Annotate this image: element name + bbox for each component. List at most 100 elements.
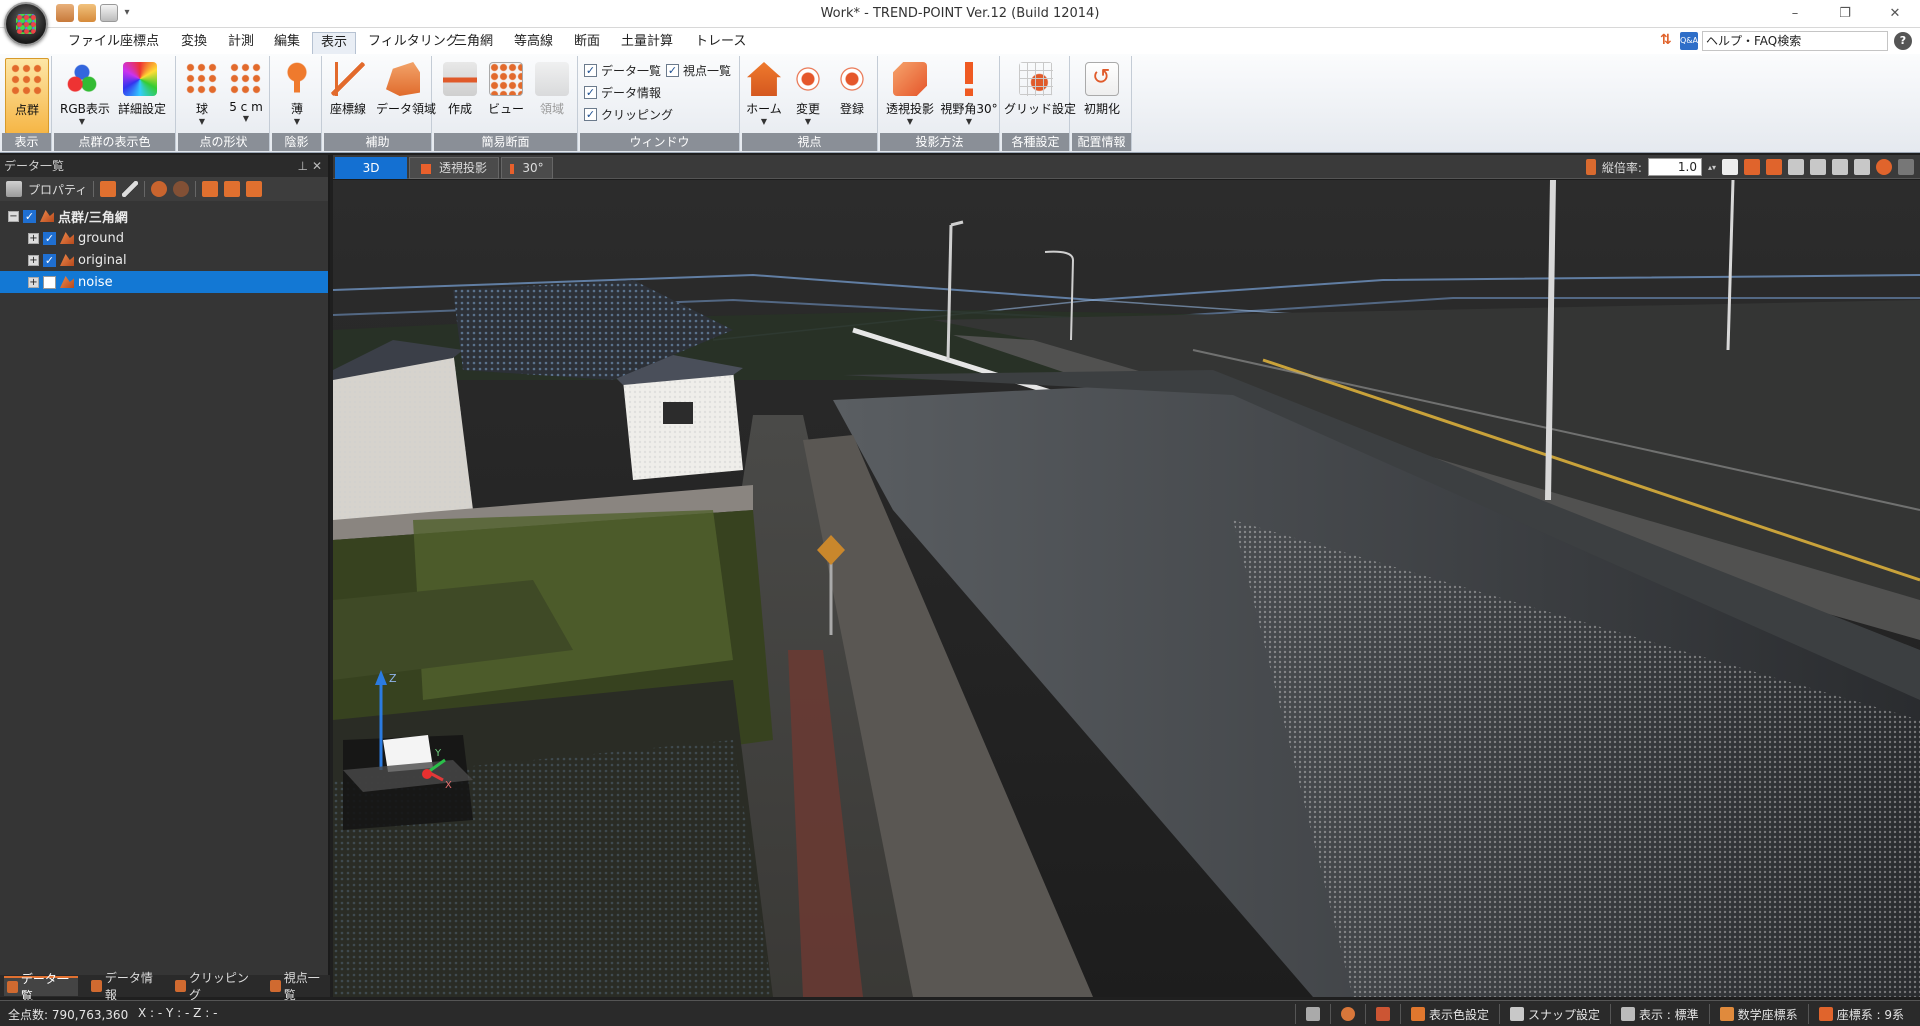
- color-setting-button[interactable]: 表示色設定: [1399, 1004, 1499, 1024]
- front-view-icon[interactable]: [1744, 159, 1760, 175]
- collapse-icon[interactable]: −: [8, 210, 19, 222]
- chevron-down-icon: ▼: [965, 117, 973, 126]
- checkbox-checked-icon: ✓: [584, 85, 597, 99]
- section-make-button[interactable]: 作成: [438, 58, 482, 134]
- status-camera[interactable]: [1294, 1004, 1330, 1024]
- back-view-icon[interactable]: [1766, 159, 1782, 175]
- section-area-button[interactable]: 領域: [530, 58, 574, 134]
- status-capture[interactable]: [1364, 1004, 1400, 1024]
- tab-measure[interactable]: 計測: [220, 32, 262, 54]
- tab-data-info[interactable]: データ情報: [88, 971, 162, 1002]
- clipping-check[interactable]: ✓ クリッピング: [584, 105, 673, 123]
- data-area-button[interactable]: データ領域: [376, 58, 436, 134]
- right-view-icon[interactable]: [1810, 159, 1826, 175]
- math-coords-button[interactable]: 数学座標系: [1708, 1004, 1808, 1024]
- app-menu-button[interactable]: [4, 2, 48, 46]
- snap-setting-button[interactable]: スナップ設定: [1498, 1004, 1610, 1024]
- register-view-button[interactable]: 登録: [830, 58, 874, 134]
- expand-icon[interactable]: +: [28, 232, 39, 244]
- change-view-button[interactable]: 変更 ▼: [786, 58, 830, 134]
- data-info-check[interactable]: ✓ データ情報: [584, 83, 661, 101]
- pan-icon[interactable]: [1898, 159, 1914, 175]
- viewpoint-icon: [269, 980, 281, 992]
- grid-settings-button[interactable]: グリッド設定: [1004, 58, 1076, 134]
- color-fill-icon[interactable]: [100, 181, 117, 197]
- capture-icon: [1375, 1007, 1390, 1021]
- data-list-check[interactable]: ✓ データ一覧: [584, 61, 661, 79]
- group-section-label: 簡易断面: [434, 133, 577, 151]
- tab-coordinate-point[interactable]: 座標点: [112, 32, 167, 54]
- perspective-button[interactable]: 透視投影 ▼: [882, 58, 938, 134]
- rgb-icon: [65, 62, 99, 96]
- viewpoint-list-check[interactable]: ✓ 視点一覧: [666, 61, 731, 79]
- help-icon[interactable]: ?: [1894, 32, 1912, 50]
- tree-item-noise[interactable]: + noise: [0, 271, 328, 293]
- property-button[interactable]: プロパティ: [28, 181, 87, 198]
- tab-perspective[interactable]: 透視投影: [409, 157, 499, 179]
- tree-item-original[interactable]: + ✓ original: [0, 249, 328, 271]
- detail-settings-button[interactable]: 詳細設定: [118, 58, 166, 134]
- tab-contour[interactable]: 等高線: [506, 32, 561, 54]
- qa-icon[interactable]: Q&A: [1680, 32, 1698, 50]
- 3d-viewport[interactable]: 3D 透視投影 30° 縦倍率: 1.0 ▴▾ Z Y X: [333, 155, 1920, 997]
- ungroup-icon[interactable]: [173, 181, 190, 197]
- checkbox-unchecked-icon[interactable]: [43, 275, 56, 289]
- help-search-input[interactable]: ヘルプ・FAQ検索: [1702, 31, 1888, 51]
- tab-edit[interactable]: 編集: [266, 32, 308, 54]
- tab-fov[interactable]: 30°: [501, 157, 553, 179]
- checkbox-checked-icon[interactable]: ✓: [23, 209, 36, 223]
- section-view-button[interactable]: ビュー: [484, 58, 528, 134]
- tab-convert[interactable]: 変換: [173, 32, 215, 54]
- checkbox-checked-icon[interactable]: ✓: [43, 231, 56, 245]
- bottom-view-icon[interactable]: [1854, 159, 1870, 175]
- spinner-icon[interactable]: ▴▾: [1708, 163, 1716, 172]
- point-size-button[interactable]: 5 c m ▼: [224, 58, 268, 134]
- checkbox-checked-icon: ✓: [666, 63, 679, 77]
- expand-all-icon[interactable]: [202, 181, 219, 197]
- tree-root[interactable]: − ✓ 点群/三角網: [0, 205, 328, 227]
- tab-trace[interactable]: トレース: [687, 32, 754, 54]
- pointcloud-button[interactable]: 点群: [5, 58, 49, 134]
- tree-view-icon[interactable]: [246, 181, 263, 197]
- status-pin[interactable]: [1329, 1004, 1365, 1024]
- display-mode-button[interactable]: 表示 : 標準: [1609, 1004, 1709, 1024]
- vertical-scale-input[interactable]: 1.0: [1647, 158, 1702, 176]
- tab-data-list[interactable]: データ一覧: [4, 972, 78, 1003]
- left-view-icon[interactable]: [1788, 159, 1804, 175]
- expand-icon[interactable]: +: [28, 254, 39, 266]
- ruler-icon[interactable]: [1585, 159, 1596, 175]
- pin-icon[interactable]: ⊥: [298, 155, 308, 177]
- checkbox-checked-icon[interactable]: ✓: [43, 253, 56, 267]
- fov-icon: [952, 62, 986, 96]
- tab-3d[interactable]: 3D: [335, 157, 407, 179]
- fov-button[interactable]: 視野角30° ▼: [940, 58, 998, 134]
- group-icon[interactable]: [151, 181, 168, 197]
- coord-system-button[interactable]: 座標系 : 9系: [1807, 1004, 1914, 1024]
- collapse-all-icon[interactable]: [224, 181, 241, 197]
- initialize-button[interactable]: 初期化: [1080, 58, 1124, 134]
- tab-clipping[interactable]: クリッピング: [172, 971, 257, 1002]
- home-view-button[interactable]: ホーム ▼: [742, 58, 786, 134]
- pointcloud-scene[interactable]: Z Y X: [333, 180, 1920, 997]
- close-icon[interactable]: ✕: [312, 155, 322, 177]
- close-button[interactable]: ✕: [1870, 0, 1920, 28]
- rgb-display-button[interactable]: RGB表示 ▼: [60, 58, 110, 134]
- palette-icon: [1410, 1007, 1425, 1021]
- sort-icon[interactable]: ⇅: [1660, 32, 1676, 50]
- sphere-shape-button[interactable]: 球 ▼: [180, 58, 224, 134]
- tab-triangulation[interactable]: 三角網: [446, 32, 501, 54]
- axis-line-button[interactable]: 座標線: [326, 58, 370, 134]
- tree-item-ground[interactable]: + ✓ ground: [0, 227, 328, 249]
- shade-button[interactable]: 薄 ▼: [275, 58, 319, 134]
- home-icon[interactable]: [1722, 159, 1738, 175]
- expand-icon[interactable]: +: [28, 276, 39, 288]
- tab-section[interactable]: 断面: [566, 32, 608, 54]
- minimize-button[interactable]: –: [1770, 0, 1820, 28]
- brush-icon[interactable]: [122, 181, 139, 197]
- maximize-button[interactable]: ❐: [1820, 0, 1870, 28]
- tab-viewpoint-list[interactable]: 視点一覧: [267, 971, 330, 1002]
- rotate-icon[interactable]: [1876, 159, 1892, 175]
- tab-earthwork[interactable]: 土量計算: [613, 32, 681, 54]
- top-view-icon[interactable]: [1832, 159, 1848, 175]
- tab-display[interactable]: 表示: [312, 32, 357, 54]
